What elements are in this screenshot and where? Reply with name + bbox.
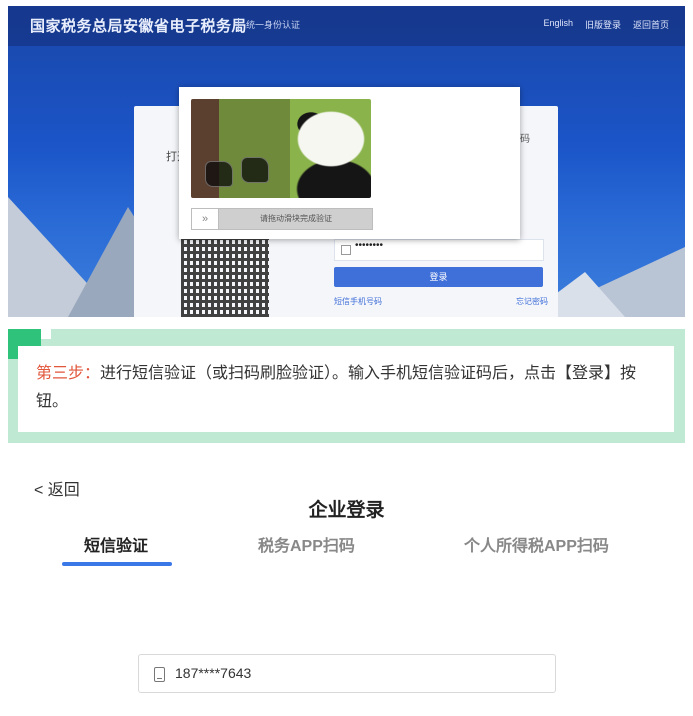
double-chevron-right-icon[interactable]: » (192, 209, 219, 229)
link-old-version[interactable]: 旧版登录 (585, 18, 621, 31)
link-english[interactable]: English (543, 18, 573, 31)
sms-login-link[interactable]: 短信手机号码 (334, 296, 382, 307)
title-divider (238, 18, 239, 32)
login-screenshot: 国家税务总局安徽省电子税务局 统一身份认证 English 旧版登录 返回首页 … (8, 6, 685, 317)
password-mask: •••••••• (355, 240, 384, 251)
captcha-panda-image (191, 99, 371, 198)
tab-personal-tax-app-scan[interactable]: 个人所得税APP扫码 (464, 532, 609, 556)
link-home[interactable]: 返回首页 (633, 18, 669, 31)
site-header: 国家税务总局安徽省电子税务局 统一身份认证 English 旧版登录 返回首页 (8, 6, 685, 46)
puzzle-slot (241, 157, 269, 183)
step-label: 第三步： (36, 365, 101, 382)
login-button[interactable]: 登录 (334, 267, 543, 287)
captcha-slider-text: 请拖动滑块完成验证 (260, 214, 332, 223)
mobile-phone-icon (154, 667, 165, 682)
login-tab-label[interactable]: 码 (520, 130, 530, 145)
tab-sms-verification[interactable]: 短信验证 (84, 532, 148, 556)
top-links: English 旧版登录 返回首页 (543, 18, 669, 31)
phone-number-value: 187****7643 (175, 665, 252, 681)
active-tab-indicator (62, 562, 172, 566)
instruction-text: 第三步：进行短信验证（或扫码刷脸验证）。输入手机短信验证码后，点击【登录】按钮。 (18, 346, 674, 432)
password-field[interactable]: •••••••• (334, 239, 544, 261)
lock-icon (341, 245, 351, 255)
site-subtitle: 统一身份认证 (246, 20, 301, 30)
step-description: 进行短信验证（或扫码刷脸验证）。输入手机短信验证码后，点击【登录】按钮。 (36, 365, 637, 410)
captcha-slider[interactable]: » 请拖动滑块完成验证 (191, 208, 373, 230)
forgot-password-link[interactable]: 忘记密码 (516, 296, 548, 307)
tab-tax-app-scan[interactable]: 税务APP扫码 (258, 532, 355, 556)
slider-captcha-dialog: » 请拖动滑块完成验证 (179, 87, 520, 239)
phone-number-field[interactable]: 187****7643 (138, 654, 556, 693)
page-title: 企业登录 (308, 500, 385, 521)
corner-notch (41, 329, 51, 339)
site-title: 国家税务总局安徽省电子税务局 (30, 18, 248, 35)
qr-code (181, 236, 269, 317)
puzzle-piece[interactable] (205, 161, 233, 187)
